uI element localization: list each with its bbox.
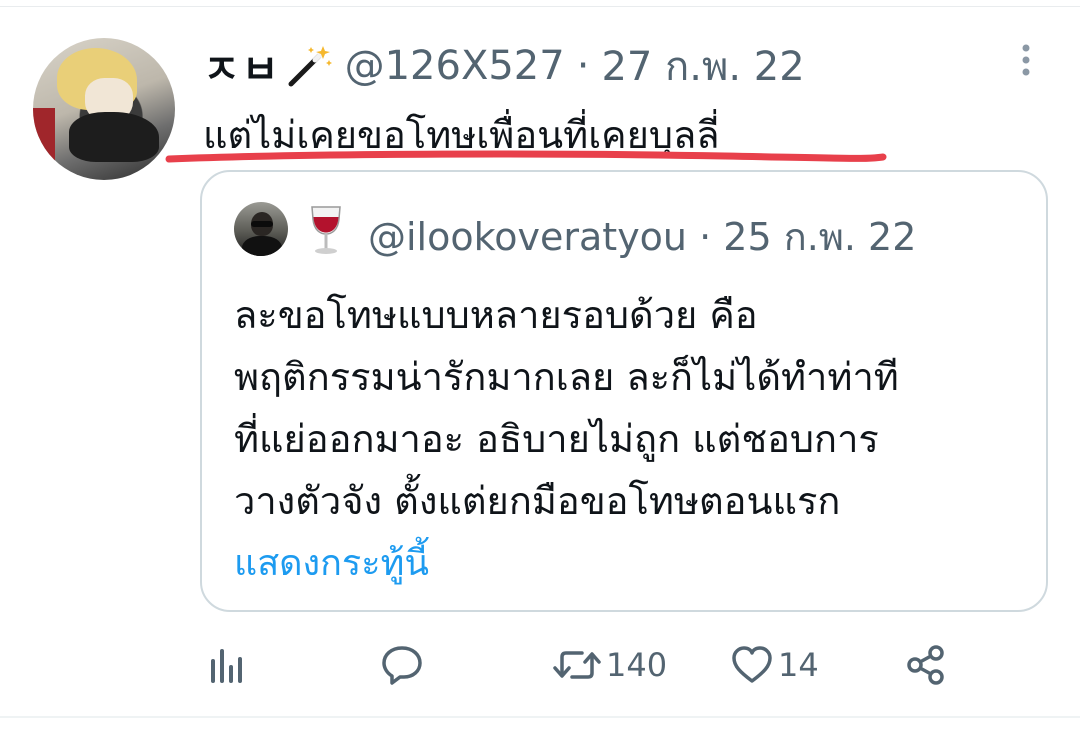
wine-glass-icon bbox=[311, 206, 341, 254]
quoted-text: ละขอโทษแบบหลายรอบด้วย คือ พฤติกรรมน่ารัก… bbox=[234, 284, 1034, 532]
quoted-text-line: ละขอโทษแบบหลายรอบด้วย คือ bbox=[234, 293, 758, 337]
more-vertical-icon[interactable] bbox=[1016, 42, 1036, 82]
meta-separator: · bbox=[576, 43, 590, 89]
display-name[interactable]: ㅈㅂ bbox=[203, 37, 281, 95]
heart-icon bbox=[732, 646, 772, 683]
retweet-button[interactable]: 140 bbox=[552, 640, 667, 690]
quoted-handle[interactable]: @ilookoveratyou bbox=[368, 215, 687, 259]
tweet-page: ㅈㅂ @126X527 · 27 ก.พ. 22 แต่ไม่เคยขอโทษเ… bbox=[0, 0, 1080, 735]
quoted-text-line: วางตัวจัง ตั้งแต่ยกมือขอโทษตอนแรก bbox=[234, 479, 841, 523]
show-thread-link[interactable]: แสดงกระทู้นี้ bbox=[234, 534, 429, 591]
quoted-author-avatar[interactable] bbox=[234, 202, 288, 256]
top-divider bbox=[0, 6, 1080, 7]
views-button[interactable] bbox=[208, 640, 244, 690]
author-handle[interactable]: @126X527 bbox=[345, 43, 565, 89]
quoted-text-line: ที่แย่ออกมาอะ อธิบายไม่ถูก แต่ชอบการ bbox=[234, 417, 879, 461]
analytics-icon bbox=[211, 649, 242, 683]
quoted-header: @ilookoveratyou · 25 ก.พ. 22 bbox=[368, 206, 916, 267]
share-button[interactable] bbox=[905, 640, 947, 690]
quoted-text-line: พฤติกรรมน่ารักมากเลย ละก็ไม่ได้ทำท่าที bbox=[234, 355, 899, 399]
retweet-count: 140 bbox=[606, 646, 668, 684]
tweet-header: ㅈㅂ @126X527 · 27 ก.พ. 22 bbox=[203, 37, 805, 95]
retweet-icon bbox=[553, 651, 601, 679]
author-avatar[interactable] bbox=[33, 38, 175, 180]
quoted-separator: · bbox=[699, 215, 712, 259]
bottom-divider bbox=[0, 716, 1080, 718]
quoted-tweet-card[interactable]: @ilookoveratyou · 25 ก.พ. 22 ละขอโทษแบบห… bbox=[200, 170, 1048, 612]
quoted-date[interactable]: 25 ก.พ. 22 bbox=[723, 215, 916, 259]
share-icon bbox=[907, 645, 944, 685]
reply-icon bbox=[382, 646, 422, 685]
reply-button[interactable] bbox=[380, 640, 424, 690]
like-count: 14 bbox=[778, 646, 819, 684]
tweet-date[interactable]: 27 ก.พ. 22 bbox=[601, 34, 804, 98]
like-button[interactable]: 14 bbox=[730, 640, 819, 690]
magic-wand-icon bbox=[285, 44, 333, 88]
